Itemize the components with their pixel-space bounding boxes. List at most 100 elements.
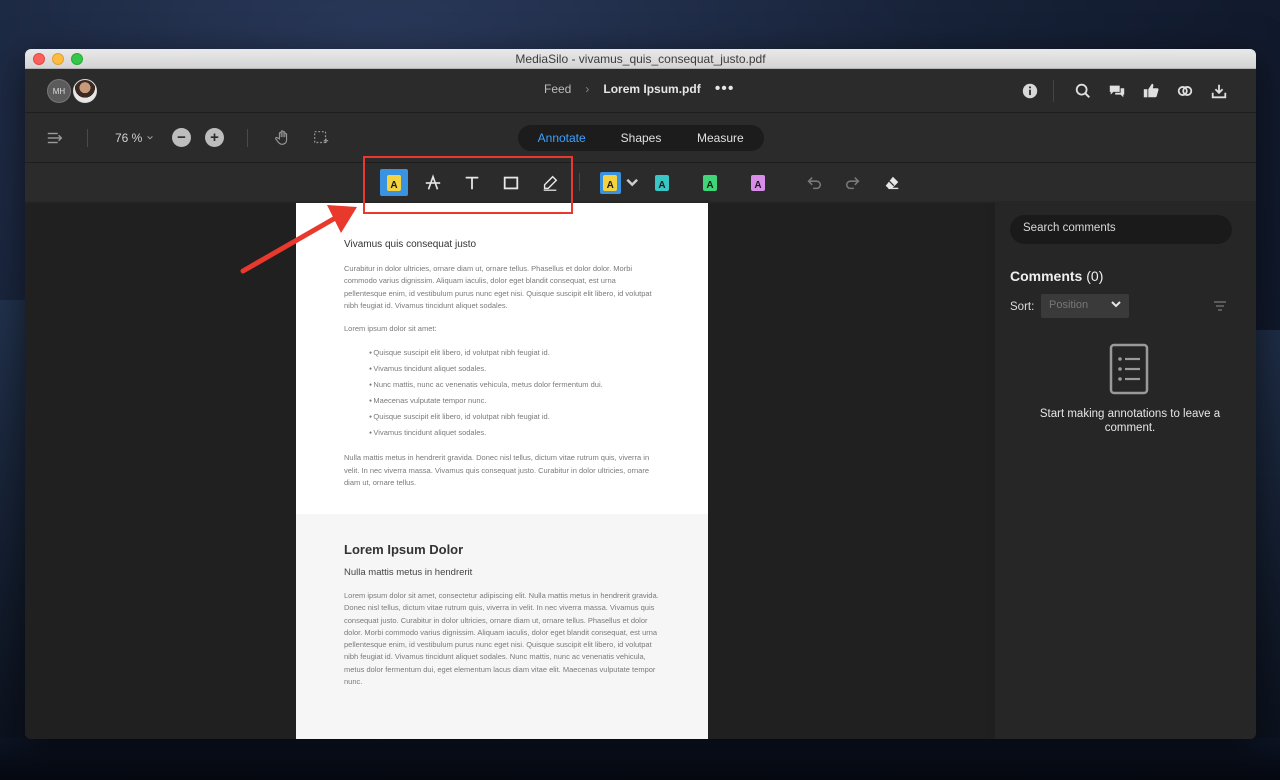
zoom-in-icon: +: [205, 128, 224, 147]
green-highlight-button[interactable]: A: [696, 169, 724, 196]
undo-button[interactable]: [800, 169, 828, 196]
more-options-button[interactable]: •••: [715, 81, 735, 97]
undo-icon: [807, 176, 822, 189]
avatar-initials[interactable]: MH: [47, 79, 71, 103]
close-window-button[interactable]: [33, 53, 45, 65]
page1-list-intro: Lorem ipsum dolor sit amet:: [344, 324, 437, 334]
document-viewer[interactable]: Vivamus quis consequat justo Curabitur i…: [25, 203, 985, 739]
header-actions: [1019, 80, 1230, 102]
eraser-button[interactable]: [878, 169, 906, 196]
title-bar: MediaSilo - vivamus_quis_consequat_justo…: [25, 49, 1256, 69]
chevron-right-icon: ›: [585, 82, 590, 96]
list-item: Vivamus tincidunt aliquet sodales.: [369, 361, 660, 377]
main-content: Vivamus quis consequat justo Curabitur i…: [25, 203, 1256, 739]
pdf-page-2: Lorem Ipsum Dolor Nulla mattis metus in …: [296, 514, 708, 739]
info-icon[interactable]: [1019, 80, 1041, 102]
window-title: MediaSilo - vivamus_quis_consequat_justo…: [515, 51, 766, 66]
selected-color-swatch: A: [600, 171, 621, 194]
avatar-photo[interactable]: [73, 79, 97, 103]
app-window: MediaSilo - vivamus_quis_consequat_justo…: [25, 49, 1256, 739]
toolbar-divider: [579, 173, 580, 191]
app-header: MH Feed › Lorem Ipsum.pdf •••: [25, 69, 1256, 113]
mode-tabs: Annotate Shapes Measure: [518, 125, 764, 151]
search-icon[interactable]: [1072, 80, 1094, 102]
chevron-down-icon: [147, 136, 154, 140]
list-item: Quisque suscipit elit libero, id volutpa…: [369, 345, 660, 361]
breadcrumb: Feed › Lorem Ipsum.pdf •••: [544, 81, 735, 97]
teal-highlight-button[interactable]: A: [648, 169, 676, 196]
page2-subheading: Nulla mattis metus in hendrerit: [344, 567, 473, 578]
list-item: Vivamus tincidunt aliquet sodales.: [369, 425, 660, 441]
comments-count: (0): [1086, 268, 1104, 284]
zoom-level-dropdown[interactable]: 76 %: [115, 128, 154, 148]
breadcrumb-file-name: Lorem Ipsum.pdf: [603, 82, 701, 96]
pink-highlight-icon: A: [751, 174, 765, 191]
teal-highlight-icon: A: [655, 174, 669, 191]
highlight-color-dropdown[interactable]: A: [600, 169, 640, 196]
eraser-icon: [885, 176, 899, 189]
text-icon: [465, 176, 479, 189]
comments-sidebar: Search comments Comments (0) Sort: Posit…: [995, 203, 1256, 739]
search-comments-input[interactable]: Search comments: [1010, 215, 1232, 244]
pdf-page-1: Vivamus quis consequat justo Curabitur i…: [296, 203, 708, 514]
sort-label: Sort:: [1010, 301, 1035, 313]
tab-annotate[interactable]: Annotate: [522, 131, 601, 145]
empty-comments-message: Start making annotations to leave a comm…: [1039, 408, 1221, 434]
pen-icon: [543, 175, 558, 191]
tab-shapes[interactable]: Shapes: [601, 131, 680, 145]
marquee-select-icon[interactable]: [311, 128, 331, 148]
page2-heading: Lorem Ipsum Dolor: [344, 542, 464, 557]
highlight-letter: A: [754, 179, 762, 191]
pen-tool-button[interactable]: [536, 169, 564, 196]
page1-bullet-list: Quisque suscipit elit libero, id volutpa…: [344, 345, 660, 441]
toolbar-divider: [87, 129, 88, 147]
highlight-tool-button[interactable]: A: [380, 169, 408, 196]
highlight-letter: A: [606, 179, 614, 191]
link-icon[interactable]: [1174, 80, 1196, 102]
rectangle-tool-button[interactable]: [497, 169, 525, 196]
zoom-out-button[interactable]: −: [172, 128, 191, 147]
highlight-letter: A: [706, 179, 714, 191]
list-item: Maecenas vulputate tempor nunc.: [369, 393, 660, 409]
comments-heading: Comments (0): [1010, 268, 1103, 284]
tab-measure[interactable]: Measure: [681, 131, 760, 145]
sort-dropdown[interactable]: Position: [1041, 294, 1129, 318]
page1-paragraph-2: Nulla mattis metus in hendrerit gravida.…: [344, 453, 650, 488]
maximize-window-button[interactable]: [71, 53, 83, 65]
strikethrough-tool-button[interactable]: [419, 169, 447, 196]
strikethrough-icon: [425, 173, 441, 190]
comments-icon[interactable]: [1106, 80, 1128, 102]
download-icon[interactable]: [1208, 80, 1230, 102]
highlight-letter: A: [390, 179, 398, 191]
zoom-level-value: 76 %: [115, 131, 143, 145]
list-item: Nunc mattis, nunc ac venenatis vehicula,…: [369, 377, 660, 393]
highlight-icon: A: [387, 174, 401, 191]
filter-icon[interactable]: [1213, 299, 1227, 313]
header-divider: [1053, 80, 1054, 102]
pink-highlight-button[interactable]: A: [744, 169, 772, 196]
redo-button[interactable]: [839, 169, 867, 196]
thumbs-up-icon[interactable]: [1140, 80, 1162, 102]
redo-icon: [845, 176, 860, 189]
desktop-background-right: [1252, 330, 1280, 780]
highlight-letter: A: [658, 179, 666, 191]
chevron-down-icon: [626, 178, 638, 186]
sort-value: Position: [1049, 299, 1089, 311]
toggle-sidebar-icon[interactable]: [45, 128, 65, 148]
page2-body: Lorem ipsum dolor sit amet, consectetur …: [344, 591, 659, 687]
list-item: Quisque suscipit elit libero, id volutpa…: [369, 409, 660, 425]
minimize-window-button[interactable]: [52, 53, 64, 65]
chevron-down-icon: [1111, 301, 1121, 308]
document-list-icon: [1109, 343, 1149, 395]
text-tool-button[interactable]: [458, 169, 486, 196]
green-highlight-icon: A: [703, 174, 717, 191]
pan-hand-icon[interactable]: [273, 128, 293, 148]
breadcrumb-feed-link[interactable]: Feed: [544, 82, 571, 96]
annotation-toolbar: A A A A A: [25, 163, 1256, 201]
rectangle-icon: [503, 176, 519, 189]
zoom-out-icon: −: [172, 128, 191, 147]
zoom-in-button[interactable]: +: [205, 128, 224, 147]
view-toolbar: 76 % − + Annotate Shapes Measure: [25, 113, 1256, 163]
